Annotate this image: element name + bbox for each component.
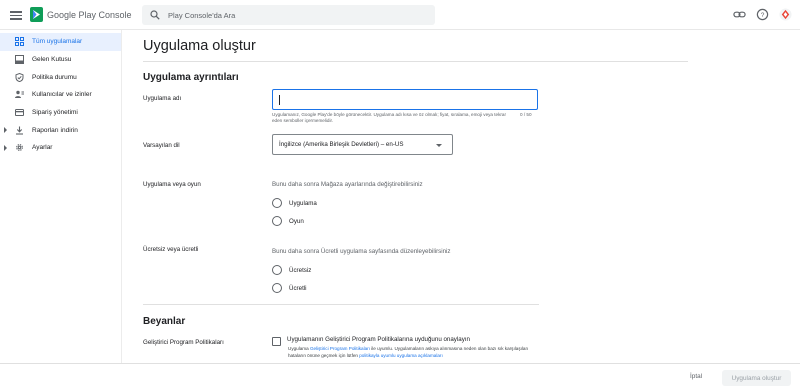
- app-name-field[interactable]: [272, 89, 538, 111]
- sidebar-item-label: Ayarlar: [32, 144, 53, 152]
- create-app-button[interactable]: Uygulama oluştur: [722, 370, 791, 386]
- radio-game[interactable]: Oyun: [272, 216, 304, 226]
- svg-text:?: ?: [761, 12, 765, 19]
- developer-policies-checkbox[interactable]: [272, 337, 281, 346]
- sidebar-item-order-management[interactable]: Sipariş yönetimi: [0, 104, 121, 122]
- app-name-input[interactable]: [273, 92, 537, 111]
- text-cursor: [279, 95, 280, 105]
- search-icon: [150, 10, 160, 20]
- radio-app[interactable]: Uygulama: [272, 198, 317, 208]
- gear-icon: [15, 143, 24, 152]
- sidebar-item-label: Gelen Kutusu: [32, 56, 72, 64]
- sidebar-item-label: Politika durumu: [32, 73, 77, 81]
- radio-button[interactable]: [272, 265, 282, 275]
- top-app-bar: Google Play Console ?: [0, 0, 800, 30]
- radio-button[interactable]: [272, 216, 282, 226]
- main-content: Uygulama oluştur Uygulama ayrıntıları Uy…: [122, 30, 800, 363]
- app-name-help-text: Uygulamanız, Google Play'de böyle görüne…: [272, 112, 506, 123]
- developer-program-policies-link[interactable]: Geliştirici Program Politikaları: [310, 346, 370, 351]
- section-title-declarations: Beyanlar: [143, 316, 186, 327]
- sidebar-item-policy-status[interactable]: Politika durumu: [0, 68, 121, 86]
- app-or-game-label: Uygulama veya oyun: [143, 181, 201, 188]
- search-bar[interactable]: [142, 5, 435, 25]
- inbox-icon: [15, 55, 24, 65]
- radio-button[interactable]: [272, 198, 282, 208]
- developer-policies-label: Geliştirici Program Politikaları: [143, 339, 224, 346]
- radio-label: Uygulama: [289, 199, 317, 207]
- apps-grid-icon: [15, 37, 24, 47]
- sidebar-item-label: Tüm uygulamalar: [32, 38, 83, 46]
- users-icon: [15, 90, 24, 99]
- radio-label: Ücretli: [289, 284, 307, 292]
- shield-icon: [15, 72, 24, 82]
- sidebar: Tüm uygulamalar Gelen Kutusu Politika du…: [0, 30, 122, 391]
- section-title-app-details: Uygulama ayrıntıları: [143, 72, 239, 83]
- dropdown-arrow-icon: [436, 144, 442, 147]
- sidebar-item-users-permissions[interactable]: Kullanıcılar ve izinler: [0, 86, 121, 104]
- sidebar-item-label: Raporları indirin: [32, 126, 78, 134]
- play-console-logo[interactable]: Google Play Console: [30, 7, 132, 22]
- policy-text-part: Uygulama: [288, 346, 310, 351]
- expand-arrow-icon[interactable]: [4, 145, 7, 152]
- radio-paid[interactable]: Ücretli: [272, 283, 307, 293]
- play-console-logo-icon: [30, 7, 43, 22]
- sidebar-item-inbox[interactable]: Gelen Kutusu: [0, 51, 121, 69]
- radio-button[interactable]: [272, 283, 282, 293]
- sidebar-item-label: Kullanıcılar ve izinler: [32, 91, 92, 99]
- footer-bar: İptal Uygulama oluştur: [0, 363, 800, 391]
- menu-icon[interactable]: [10, 9, 22, 21]
- divider: [143, 304, 539, 305]
- char-counter: 0 / 50: [520, 112, 532, 117]
- policy-compliant-descriptions-link[interactable]: politikayla uyumlu uygulama açıklamaları: [359, 353, 443, 358]
- cancel-button[interactable]: İptal: [690, 373, 702, 380]
- expand-arrow-icon[interactable]: [4, 127, 7, 134]
- radio-label: Oyun: [289, 217, 304, 225]
- app-name-label: Uygulama adı: [143, 95, 182, 102]
- developer-policies-checkbox-row[interactable]: Uygulamanın Geliştirici Program Politika…: [272, 336, 470, 346]
- default-language-label: Varsayılan dil: [143, 142, 180, 149]
- developer-policies-text: Uygulama Geliştirici Program Politikalar…: [288, 346, 543, 359]
- default-language-value: İngilizce (Amerika Birleşik Devletleri) …: [279, 141, 404, 148]
- free-or-paid-label: Ücretsiz veya ücretli: [143, 246, 199, 253]
- account-icon[interactable]: [779, 8, 792, 21]
- logo-text: Google Play Console: [47, 9, 132, 20]
- divider: [143, 61, 688, 62]
- search-input[interactable]: [168, 10, 408, 20]
- radio-free[interactable]: Ücretsiz: [272, 265, 311, 275]
- free-or-paid-hint: Bunu daha sonra Ücretli uygulama sayfası…: [272, 248, 451, 255]
- download-icon: [15, 126, 24, 135]
- sidebar-item-all-apps[interactable]: Tüm uygulamalar: [0, 33, 121, 51]
- page-title: Uygulama oluştur: [143, 38, 256, 54]
- link-icon[interactable]: [733, 8, 746, 21]
- default-language-select[interactable]: İngilizce (Amerika Birleşik Devletleri) …: [272, 134, 453, 155]
- credit-card-icon: [15, 108, 24, 117]
- radio-label: Ücretsiz: [289, 266, 312, 274]
- checkbox-label: Uygulamanın Geliştirici Program Politika…: [287, 336, 470, 343]
- sidebar-item-download-reports[interactable]: Raporları indirin: [0, 121, 121, 139]
- help-icon[interactable]: ?: [756, 8, 769, 21]
- sidebar-item-settings[interactable]: Ayarlar: [0, 139, 121, 157]
- sidebar-item-label: Sipariş yönetimi: [32, 109, 78, 117]
- app-or-game-hint: Bunu daha sonra Mağaza ayarlarında değiş…: [272, 181, 423, 188]
